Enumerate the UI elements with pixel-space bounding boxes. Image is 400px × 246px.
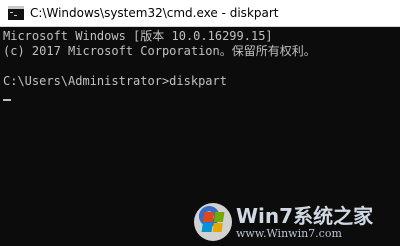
cmd-window: C:\Windows\system32\cmd.exe - diskpart M… [0,0,400,246]
watermark: Win7系统之家 www.Winwin7.com [194,202,394,242]
command-prompt-icon [8,6,24,20]
window-title: C:\Windows\system32\cmd.exe - diskpart [30,6,279,20]
watermark-brand: Win7系统之家 [236,203,374,228]
title-bar[interactable]: C:\Windows\system32\cmd.exe - diskpart [0,0,400,27]
text-cursor [3,99,11,101]
console-line: (c) 2017 Microsoft Corporation。保留所有权利。 [3,44,316,58]
watermark-url: www.Winwin7.com [236,226,342,240]
console-line: Microsoft Windows [版本 10.0.16299.15] [3,29,273,43]
console-line: C:\Users\Administrator>diskpart [3,74,227,88]
windows-logo-icon [194,203,232,241]
